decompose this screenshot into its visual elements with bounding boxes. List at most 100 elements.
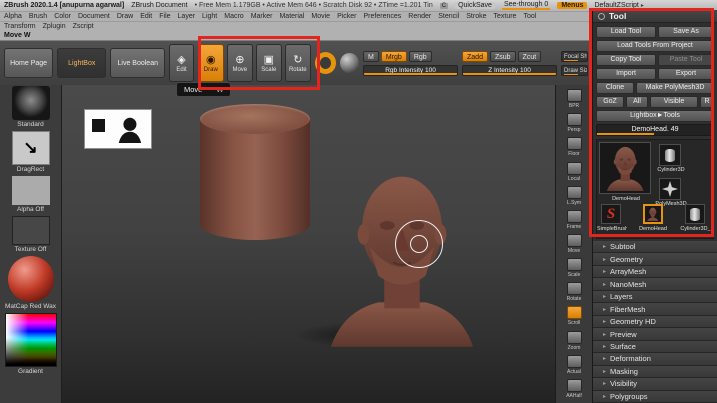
cylinder3d-thumbnail[interactable] bbox=[659, 144, 681, 166]
menu-item[interactable]: Stencil bbox=[438, 13, 459, 20]
left-tray-item[interactable]: Standard bbox=[12, 86, 50, 128]
right-shelf-button[interactable]: Local bbox=[556, 159, 592, 183]
load-tool-button[interactable]: Load Tool bbox=[596, 26, 656, 38]
right-shelf-button[interactable]: Scale bbox=[556, 256, 592, 280]
cylinder3d-object[interactable] bbox=[200, 105, 310, 240]
subpalette-header[interactable]: ▸ Surface bbox=[593, 341, 717, 353]
right-shelf-button[interactable]: Floor bbox=[556, 135, 592, 159]
menu-item[interactable]: File bbox=[159, 13, 170, 20]
z-intensity-slider[interactable]: Z Intensity 100 bbox=[462, 65, 557, 76]
paste-tool-button[interactable]: Paste Tool bbox=[658, 54, 714, 66]
right-shelf-button[interactable]: Move bbox=[556, 232, 592, 256]
menu-item[interactable]: Stroke bbox=[466, 13, 486, 20]
subpalette-header[interactable]: ▸ Geometry HD bbox=[593, 316, 717, 328]
right-shelf-button[interactable]: Actual bbox=[556, 353, 592, 377]
rotate-mode-button[interactable]: ↻ Rotate bbox=[285, 44, 311, 82]
menu-item[interactable]: Movie bbox=[311, 13, 330, 20]
left-tray-item[interactable]: MatCap Red Wax bbox=[5, 256, 56, 310]
menu-item[interactable]: Preferences bbox=[364, 13, 402, 20]
copy-tool-button[interactable]: Copy Tool bbox=[596, 54, 656, 66]
paint-mode-button[interactable]: Mrgb bbox=[381, 51, 407, 62]
subpalette-header[interactable]: ▸ Layers bbox=[593, 291, 717, 303]
menu-item[interactable]: Material bbox=[279, 13, 304, 20]
paint-mode-button[interactable]: M bbox=[363, 51, 379, 62]
menu-item[interactable]: Texture bbox=[493, 13, 516, 20]
demohead-thumbnail-selected[interactable] bbox=[643, 204, 663, 224]
rgb-intensity-slider[interactable]: Rgb Intensity 100 bbox=[363, 65, 458, 76]
subpalette-header[interactable]: ▸ Preview bbox=[593, 328, 717, 340]
subpalette-header[interactable]: ▸ NanoMesh bbox=[593, 278, 717, 290]
goz-visible-button[interactable]: Visible bbox=[650, 96, 698, 108]
quicksave-button[interactable]: QuickSave bbox=[455, 2, 495, 9]
left-tray-item[interactable]: Alpha Off bbox=[12, 176, 50, 213]
menu-item[interactable]: Edit bbox=[140, 13, 152, 20]
load-tools-from-project-button[interactable]: Load Tools From Project bbox=[596, 40, 714, 52]
right-shelf-button[interactable]: Persp bbox=[556, 111, 592, 135]
subpalette-header[interactable]: ▸ Polygroups bbox=[593, 391, 717, 403]
sculpt-mode-button[interactable]: Zadd bbox=[462, 51, 488, 62]
draw-size-slider[interactable]: Draw Size bbox=[561, 65, 588, 76]
right-shelf-button[interactable]: Rotate bbox=[556, 280, 592, 304]
menus-button[interactable]: Menus bbox=[557, 2, 587, 9]
menu-item[interactable]: Zplugin bbox=[43, 23, 66, 30]
export-button[interactable]: Export bbox=[658, 68, 714, 80]
goz-button[interactable]: GoZ bbox=[596, 96, 624, 108]
right-shelf-button[interactable]: Frame bbox=[556, 208, 592, 232]
save-as-button[interactable]: Save As bbox=[658, 26, 714, 38]
subpalette-header[interactable]: ▸ Deformation bbox=[593, 353, 717, 365]
focal-shift-slider[interactable]: Focal Shift bbox=[561, 51, 588, 62]
menu-item[interactable]: Macro bbox=[224, 13, 243, 20]
menu-item[interactable]: Light bbox=[202, 13, 217, 20]
menu-item[interactable]: Picker bbox=[337, 13, 356, 20]
lightbox-tools-button[interactable]: Lightbox►Tools bbox=[596, 110, 714, 122]
right-shelf-button[interactable]: Scroll bbox=[556, 304, 592, 328]
import-button[interactable]: Import bbox=[596, 68, 656, 80]
sculpt-mode-button[interactable]: Zcut bbox=[518, 51, 542, 62]
see-through-slider[interactable]: See-through 0 bbox=[502, 1, 550, 10]
live-boolean-button[interactable]: Live Boolean bbox=[110, 48, 165, 78]
r-button[interactable]: R bbox=[700, 96, 714, 108]
menu-item[interactable]: Transform bbox=[4, 23, 36, 30]
move-mode-button[interactable]: ⊕ Move bbox=[227, 44, 253, 82]
home-page-button[interactable]: Home Page bbox=[4, 48, 53, 78]
tool-palette-header[interactable]: Tool bbox=[593, 10, 717, 23]
right-shelf-button[interactable]: L.Sym bbox=[556, 184, 592, 208]
sculpt-mode-button[interactable]: Zsub bbox=[490, 51, 516, 62]
menu-item[interactable]: Render bbox=[408, 13, 431, 20]
menu-item[interactable]: Zscript bbox=[73, 23, 94, 30]
right-shelf-button[interactable]: Zoom bbox=[556, 329, 592, 353]
scale-mode-button[interactable]: ▣ Scale bbox=[256, 44, 282, 82]
menu-item[interactable]: Layer bbox=[178, 13, 196, 20]
polymesh3d-thumbnail[interactable] bbox=[659, 178, 681, 200]
menu-item[interactable]: Color bbox=[54, 13, 71, 20]
draw-mode-button[interactable]: ◉ Draw bbox=[198, 44, 224, 82]
menu-item[interactable]: Brush bbox=[29, 13, 47, 20]
document-preview-thumbnail[interactable] bbox=[85, 110, 151, 148]
menu-item[interactable]: Tool bbox=[523, 13, 536, 20]
left-tray-item[interactable]: Texture Off bbox=[12, 216, 50, 253]
left-tray-item[interactable]: Gradient bbox=[5, 313, 57, 375]
subpalette-header[interactable]: ▸ Visibility bbox=[593, 378, 717, 390]
make-polymesh3d-button[interactable]: Make PolyMesh3D bbox=[636, 82, 714, 94]
right-shelf-button[interactable]: BPR bbox=[556, 87, 592, 111]
subpalette-header[interactable]: ▸ Masking bbox=[593, 366, 717, 378]
material-sphere-icon[interactable] bbox=[340, 53, 359, 73]
subpalette-header[interactable]: ▸ ArrayMesh bbox=[593, 266, 717, 278]
clone-button[interactable]: Clone bbox=[596, 82, 634, 94]
edit-mode-button[interactable]: ◈ Edit bbox=[169, 44, 194, 82]
subpalette-header[interactable]: ▸ Subtool bbox=[593, 241, 717, 253]
goz-all-button[interactable]: All bbox=[626, 96, 648, 108]
menu-item[interactable]: Draw bbox=[117, 13, 133, 20]
active-tool-slider[interactable]: DemoHead. 49 bbox=[596, 124, 714, 136]
left-tray-item[interactable]: DragRect bbox=[12, 131, 50, 173]
default-zscript-button[interactable]: DefaultZScript ▸ bbox=[594, 2, 643, 9]
stroke-preview-icon[interactable] bbox=[315, 52, 336, 74]
right-shelf-button[interactable]: AAHalf bbox=[556, 377, 592, 401]
simplebrush-thumbnail[interactable]: S bbox=[601, 204, 621, 224]
menu-item[interactable]: Alpha bbox=[4, 13, 22, 20]
subpalette-header[interactable]: ▸ Geometry bbox=[593, 253, 717, 265]
canvas-viewport[interactable] bbox=[62, 85, 555, 403]
menu-item[interactable]: Document bbox=[78, 13, 110, 20]
active-tool-thumbnail[interactable] bbox=[599, 142, 651, 194]
menu-item[interactable]: Marker bbox=[251, 13, 273, 20]
